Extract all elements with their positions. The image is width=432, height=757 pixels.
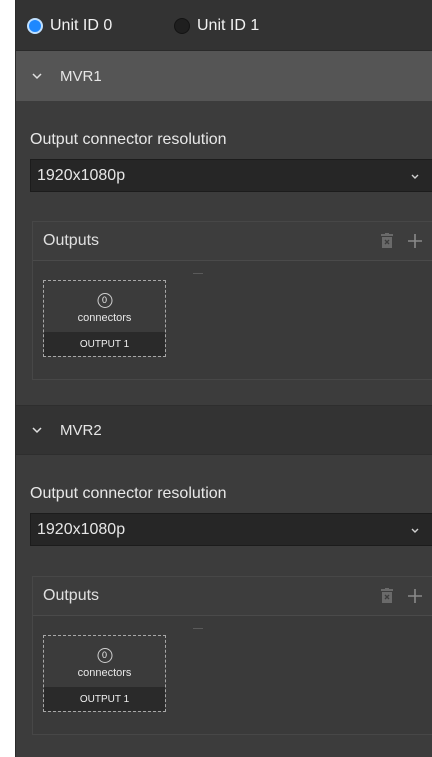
connectors-label: connectors <box>77 312 132 324</box>
connector-count-badge: 0 <box>97 293 112 308</box>
outputs-body: 0 connectors OUTPUT 1 <box>33 616 432 734</box>
plus-icon <box>408 234 422 248</box>
outputs-header: Outputs <box>33 222 432 261</box>
resolution-value: 1920x1080p <box>37 166 126 184</box>
resolution-label: Output connector resolution <box>30 485 227 502</box>
output-card[interactable]: 0 connectors OUTPUT 1 <box>43 280 166 357</box>
delete-output-button[interactable] <box>376 230 398 252</box>
outputs-panel: Outputs 0 connectors OUTPUT 1 <box>32 221 432 380</box>
resolution-label: Output connector resolution <box>30 131 227 148</box>
section-header-mvr1[interactable]: MVR1 <box>16 51 432 101</box>
outputs-header: Outputs <box>33 577 432 616</box>
outputs-title: Outputs <box>43 232 100 249</box>
delete-output-button[interactable] <box>376 585 398 607</box>
chevron-down-icon <box>411 174 419 179</box>
add-output-button[interactable] <box>404 230 426 252</box>
radio-unchecked-icon <box>174 18 190 34</box>
section-title: MVR2 <box>60 421 102 439</box>
output-name: OUTPUT 1 <box>44 332 165 356</box>
chevron-down-icon <box>32 427 42 434</box>
outputs-panel: Outputs 0 connectors OUTPUT 1 <box>32 576 432 735</box>
trash-icon <box>381 588 393 603</box>
section-header-mvr2[interactable]: MVR2 <box>16 405 432 455</box>
unit-1-label: Unit ID 1 <box>197 17 260 34</box>
output-name: OUTPUT 1 <box>44 687 165 711</box>
divider <box>193 628 203 629</box>
trash-icon <box>381 233 393 248</box>
outputs-title: Outputs <box>43 587 100 604</box>
radio-checked-icon <box>27 18 43 34</box>
chevron-down-icon <box>411 528 419 533</box>
chevron-down-icon <box>32 73 42 80</box>
settings-panel: Unit ID 0 Unit ID 1 MVR1 Output connecto… <box>15 0 432 757</box>
divider <box>193 273 203 274</box>
plus-icon <box>408 589 422 603</box>
resolution-value: 1920x1080p <box>37 520 126 538</box>
connectors-label: connectors <box>77 667 132 679</box>
unit-0-label: Unit ID 0 <box>50 17 113 34</box>
unit-selector: Unit ID 0 Unit ID 1 <box>16 0 432 51</box>
resolution-select[interactable]: 1920x1080p <box>30 513 432 546</box>
output-card[interactable]: 0 connectors OUTPUT 1 <box>43 635 166 712</box>
resolution-select[interactable]: 1920x1080p <box>30 159 432 192</box>
connector-count-badge: 0 <box>97 648 112 663</box>
unit-0-radio[interactable]: Unit ID 0 <box>27 16 112 36</box>
section-title: MVR1 <box>60 67 102 85</box>
unit-1-radio[interactable]: Unit ID 1 <box>174 16 259 36</box>
add-output-button[interactable] <box>404 585 426 607</box>
outputs-body: 0 connectors OUTPUT 1 <box>33 261 432 379</box>
